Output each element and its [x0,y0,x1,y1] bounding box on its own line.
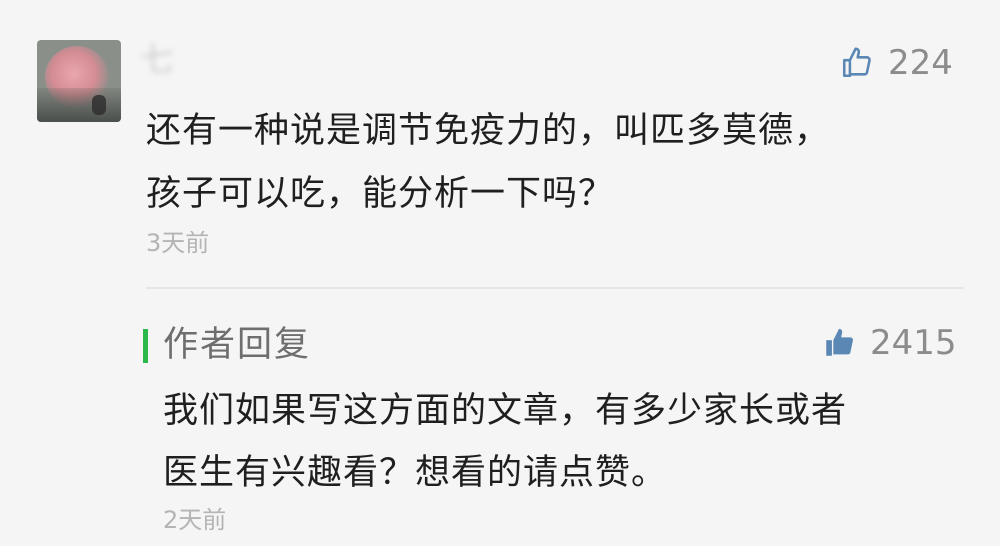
avatar-blur-dark [37,88,121,122]
reply-text: 我们如果写这方面的文章，有多少家长或者 医生有兴趣看？想看的请点赞。 [163,380,963,504]
reply-marker [143,329,148,363]
comment-timestamp: 3天前 [146,229,210,257]
reply-like-count: 2415 [870,323,957,363]
comment-text-line: 孩子可以吃，能分析一下吗？ [146,174,615,214]
reply-text-line: 医生有兴趣看？想看的请点赞。 [163,453,668,493]
comment-avatar[interactable] [37,40,121,122]
comment-like-count: 224 [888,43,953,83]
reply-timestamp: 2天前 [163,506,227,534]
divider [146,287,964,289]
reply-like-button[interactable]: 2415 [822,323,957,363]
comment-like-button[interactable]: 224 [840,43,953,83]
reply-text-line: 我们如果写这方面的文章，有多少家长或者 [163,391,848,431]
reply-title: 作者回复 [163,325,312,365]
comment-text: 还有一种说是调节免疫力的，叫匹多莫德， 孩子可以吃，能分析一下吗？ [146,100,966,226]
thumbs-up-filled-icon [822,326,856,360]
comment-text-line: 还有一种说是调节免疫力的，叫匹多莫德， [146,111,831,151]
thumbs-up-outline-icon [840,46,874,80]
avatar-blur-figure [92,95,106,115]
comment-username[interactable]: 七 [140,30,300,90]
